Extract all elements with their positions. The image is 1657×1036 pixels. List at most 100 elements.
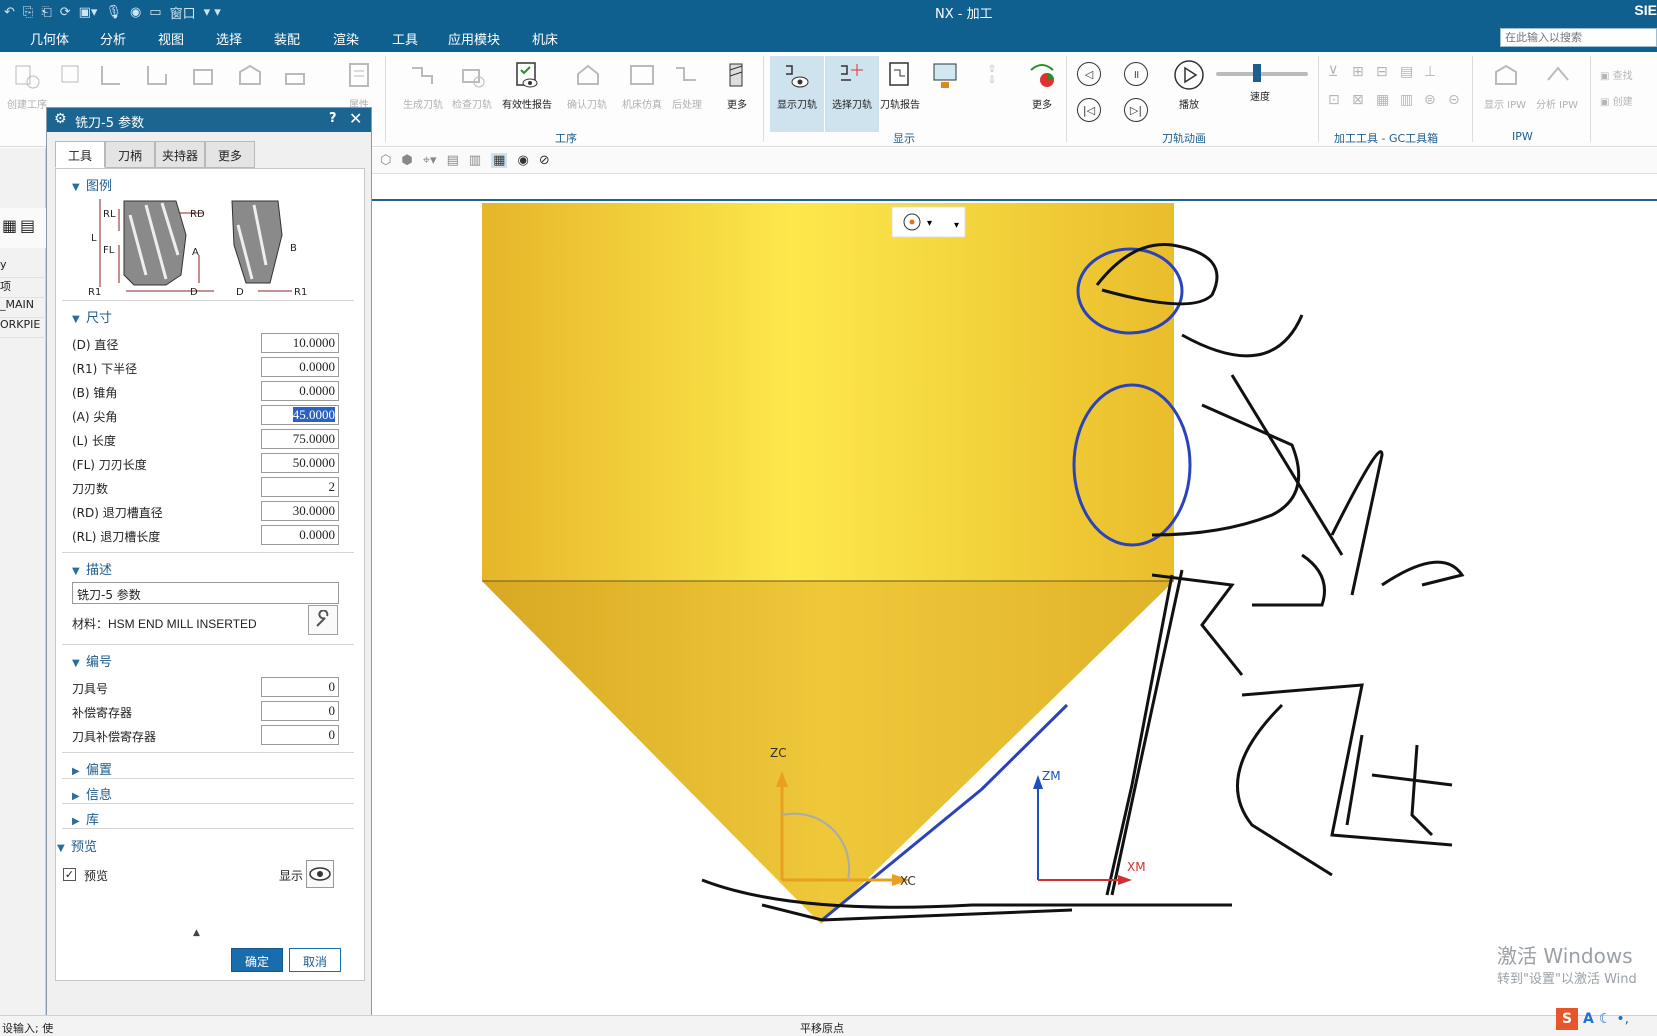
gc-tool-icon[interactable]: ⊡ xyxy=(1328,92,1350,108)
gc-tool-icon[interactable]: ⊥ xyxy=(1424,64,1446,80)
tool-number-input[interactable]: 0 xyxy=(261,677,339,697)
cube-filter-icon[interactable]: ⬢ xyxy=(401,153,412,168)
eye-filter-icon[interactable]: ◉ xyxy=(517,153,528,168)
section-number[interactable]: ▼ 编号 xyxy=(72,651,112,670)
menu-machine[interactable]: 机床 xyxy=(532,29,558,48)
mic-icon[interactable]: 🎙 xyxy=(105,5,122,20)
dialog-title-bar[interactable]: ⚙ 铣刀-5 参数 ? ✕ xyxy=(47,108,371,132)
show-ipw-button[interactable]: 显示 IPW xyxy=(1478,56,1532,132)
verify-toolpath-button[interactable]: 确认刀轨 xyxy=(560,56,614,132)
moon-icon[interactable]: ☾ xyxy=(1599,1011,1612,1027)
display-more-button[interactable]: 更多 xyxy=(1015,56,1069,132)
section-size[interactable]: ▼ 尺寸 xyxy=(72,307,112,326)
menu-app-modules[interactable]: 应用模块 xyxy=(448,29,500,48)
menu-render[interactable]: 渲染 xyxy=(333,29,359,48)
gear-icon[interactable]: ⚙ xyxy=(54,111,67,127)
gc-tool-icon[interactable]: ⊠ xyxy=(1352,92,1374,108)
tab-tool[interactable]: 工具 xyxy=(55,141,105,168)
section-offset[interactable]: ▶ 偏置 xyxy=(72,759,112,778)
length-input[interactable]: 75.0000 xyxy=(261,429,339,449)
validity-report-button[interactable]: 有效性报告 xyxy=(500,56,554,132)
preview-checkbox[interactable]: ✓ xyxy=(63,868,76,881)
search-input[interactable] xyxy=(1500,28,1657,47)
ops-more-button[interactable]: 更多 xyxy=(710,56,764,132)
ok-button[interactable]: 确定 xyxy=(231,948,283,972)
flute-count-input[interactable]: 2 xyxy=(261,477,339,497)
generate-toolpath-button[interactable]: 生成刀轨 xyxy=(396,56,450,132)
play-button[interactable]: 播放 xyxy=(1162,56,1216,132)
description-input[interactable]: 铣刀-5 参数 xyxy=(72,582,339,604)
undo-icon[interactable]: ↶ xyxy=(4,5,15,20)
nav-row[interactable]: _MAIN xyxy=(0,298,46,318)
graphics-viewport[interactable]: ▾ ▾ ZC XC ZM XM xyxy=(372,175,1657,1015)
taper-angle-input[interactable]: 0.0000 xyxy=(261,381,339,401)
step-back-icon[interactable]: |◁ xyxy=(1077,98,1101,122)
box-icon[interactable]: ▤ xyxy=(447,153,459,168)
section-description[interactable]: ▼ 描述 xyxy=(72,559,112,578)
tool-compensation-register-input[interactable]: 0 xyxy=(261,725,339,745)
menu-select[interactable]: 选择 xyxy=(216,29,242,48)
toolpath-report-button[interactable]: 刀轨报告 xyxy=(873,56,927,132)
cancel-button[interactable]: 取消 xyxy=(289,948,341,972)
gc-tool-icon[interactable]: ▤ xyxy=(1400,64,1422,80)
input-language[interactable]: A xyxy=(1583,1011,1594,1027)
gc-tool-icon[interactable]: ⊝ xyxy=(1448,92,1470,108)
hexagon-icon[interactable]: ⬡ xyxy=(380,153,391,168)
nav-tool-icon[interactable]: ▦ xyxy=(2,216,17,235)
nav-row[interactable]: ORKPIE xyxy=(0,318,46,338)
menu-geometry[interactable]: 几何体 xyxy=(30,29,69,48)
box-alt-icon[interactable]: ▥ xyxy=(469,153,481,168)
window-menu-chevron-icon[interactable]: ▾ ▾ xyxy=(204,5,221,20)
window-layout-icon[interactable]: ▣▾ xyxy=(79,5,98,20)
show-toolpath-button[interactable]: 显示刀轨 xyxy=(770,56,824,132)
menu-analysis[interactable]: 分析 xyxy=(100,29,126,48)
flute-length-input[interactable]: 50.0000 xyxy=(261,453,339,473)
tab-more[interactable]: 更多 xyxy=(205,141,255,168)
nav-grid-icon[interactable]: ▤ xyxy=(20,216,35,235)
step-forward-icon[interactable]: ▷| xyxy=(1124,98,1148,122)
paste-icon[interactable]: ⎗ xyxy=(41,5,51,20)
section-library[interactable]: ▶ 库 xyxy=(72,809,99,828)
speed-slider-track[interactable] xyxy=(1216,72,1308,76)
punctuation-icon[interactable]: •, xyxy=(1616,1011,1629,1027)
gc-tool-icon[interactable]: ⊟ xyxy=(1376,64,1398,80)
gc-tool-icon[interactable]: ▦ xyxy=(1376,92,1398,108)
rewind-icon[interactable]: ◁ xyxy=(1077,62,1101,86)
relief-diameter-input[interactable]: 30.0000 xyxy=(261,501,339,521)
find-button[interactable]: ▣ 查找 xyxy=(1600,64,1633,90)
tab-holder[interactable]: 刀柄 xyxy=(105,141,155,168)
analyze-ipw-button[interactable]: 分析 IPW xyxy=(1530,56,1584,132)
section-legend[interactable]: ▼ 图例 xyxy=(72,175,112,194)
tab-clamp[interactable]: 夹持器 xyxy=(155,141,205,168)
compensation-register-input[interactable]: 0 xyxy=(261,701,339,721)
select-toolpath-button[interactable]: 选择刀轨 xyxy=(825,56,879,132)
nav-row[interactable]: y xyxy=(0,258,46,278)
sogou-logo-icon[interactable]: S xyxy=(1556,1008,1578,1030)
diameter-input[interactable]: 10.0000 xyxy=(261,333,339,353)
section-info[interactable]: ▶ 信息 xyxy=(72,784,112,803)
toolpath-display-options-button[interactable] xyxy=(925,56,965,132)
section-preview[interactable]: ▼ 预览 xyxy=(57,836,97,855)
menu-assembly[interactable]: 装配 xyxy=(274,29,300,48)
eye-toggle-icon[interactable]: ◉ xyxy=(130,5,141,20)
postprocess-button[interactable]: 后处理 xyxy=(660,56,714,132)
show-preview-button[interactable] xyxy=(306,860,334,888)
gc-tool-icon[interactable]: ▥ xyxy=(1400,92,1422,108)
speed-slider-thumb[interactable] xyxy=(1253,64,1261,82)
lower-radius-input[interactable]: 0.0000 xyxy=(261,357,339,377)
display-arrows-button[interactable]: ⇧ ⇩ xyxy=(975,56,1005,132)
menu-tools[interactable]: 工具 xyxy=(392,29,418,48)
repeat-icon[interactable]: ⟳ xyxy=(60,5,71,20)
window-menu[interactable]: 窗口 xyxy=(170,3,196,22)
hide-filter-icon[interactable]: ⊘ xyxy=(539,153,550,168)
material-button[interactable] xyxy=(308,605,338,635)
pause-icon[interactable]: ॥ xyxy=(1124,62,1148,86)
close-icon[interactable]: ✕ xyxy=(349,109,362,128)
gc-tool-icon[interactable]: ⊻ xyxy=(1328,64,1350,80)
gc-tool-icon[interactable]: ⊞ xyxy=(1352,64,1374,80)
tip-angle-input[interactable]: 45.0000 xyxy=(261,405,339,425)
snap-filter-icon[interactable]: ⌖▾ xyxy=(423,153,437,168)
help-icon[interactable]: ? xyxy=(329,111,337,126)
menu-view[interactable]: 视图 xyxy=(158,29,184,48)
copy-icon[interactable]: ⎘ xyxy=(23,5,33,20)
